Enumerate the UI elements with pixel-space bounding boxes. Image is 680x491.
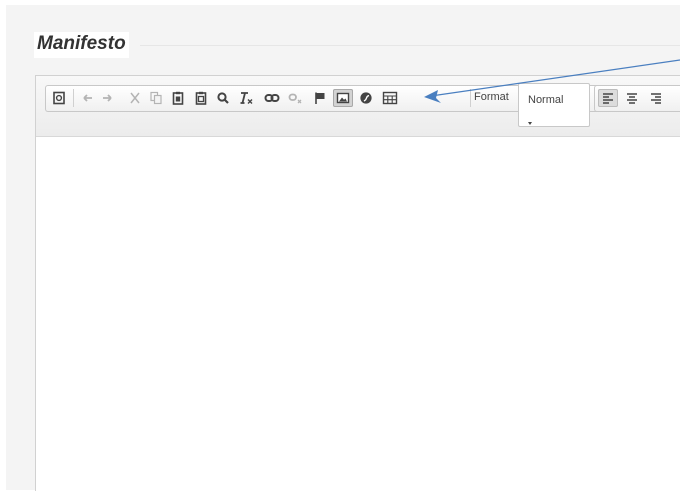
image-icon bbox=[336, 92, 350, 104]
toolbar-separator bbox=[470, 89, 471, 107]
rich-text-editor: Format Normal bbox=[35, 75, 680, 491]
cut-icon bbox=[130, 92, 140, 104]
find-icon bbox=[217, 92, 229, 104]
anchor-flag-icon bbox=[315, 92, 325, 104]
editor-toolbar: Format Normal bbox=[36, 76, 680, 137]
copy-icon bbox=[150, 91, 162, 105]
paste-button[interactable] bbox=[168, 89, 188, 107]
align-left-button[interactable] bbox=[598, 89, 618, 107]
format-selected-value: Normal bbox=[528, 94, 564, 106]
align-right-button[interactable] bbox=[646, 89, 666, 107]
undo-button[interactable] bbox=[77, 89, 97, 107]
align-center-icon bbox=[627, 93, 637, 104]
flash-button[interactable] bbox=[356, 89, 376, 107]
paste-text-icon bbox=[195, 91, 207, 105]
find-button[interactable] bbox=[213, 89, 233, 107]
redo-button[interactable] bbox=[98, 89, 118, 107]
format-select[interactable]: Normal bbox=[518, 83, 590, 127]
section-title: Manifesto bbox=[34, 32, 129, 58]
paste-icon bbox=[172, 91, 184, 105]
title-divider bbox=[140, 45, 680, 46]
source-button[interactable] bbox=[49, 89, 69, 107]
editor-content-area[interactable] bbox=[36, 137, 680, 491]
table-icon bbox=[382, 91, 398, 105]
remove-format-button[interactable] bbox=[236, 89, 256, 107]
redo-icon bbox=[103, 94, 112, 102]
remove-format-icon bbox=[240, 92, 253, 104]
unlink-icon bbox=[288, 93, 302, 104]
format-label: Format bbox=[474, 91, 509, 103]
undo-icon bbox=[83, 94, 92, 102]
image-button[interactable] bbox=[333, 89, 353, 107]
chevron-down-icon bbox=[528, 122, 532, 125]
align-left-icon bbox=[603, 93, 613, 104]
paste-text-button[interactable] bbox=[191, 89, 211, 107]
link-icon bbox=[264, 94, 280, 102]
table-button[interactable] bbox=[380, 89, 400, 107]
align-center-button[interactable] bbox=[622, 89, 642, 107]
cut-button[interactable] bbox=[125, 89, 145, 107]
source-icon bbox=[53, 91, 65, 105]
toolbar-separator bbox=[73, 89, 74, 107]
copy-button[interactable] bbox=[146, 89, 166, 107]
align-right-icon bbox=[651, 93, 661, 104]
link-button[interactable] bbox=[262, 89, 282, 107]
anchor-button[interactable] bbox=[310, 89, 330, 107]
flash-icon bbox=[360, 92, 372, 104]
unlink-button[interactable] bbox=[286, 89, 306, 107]
